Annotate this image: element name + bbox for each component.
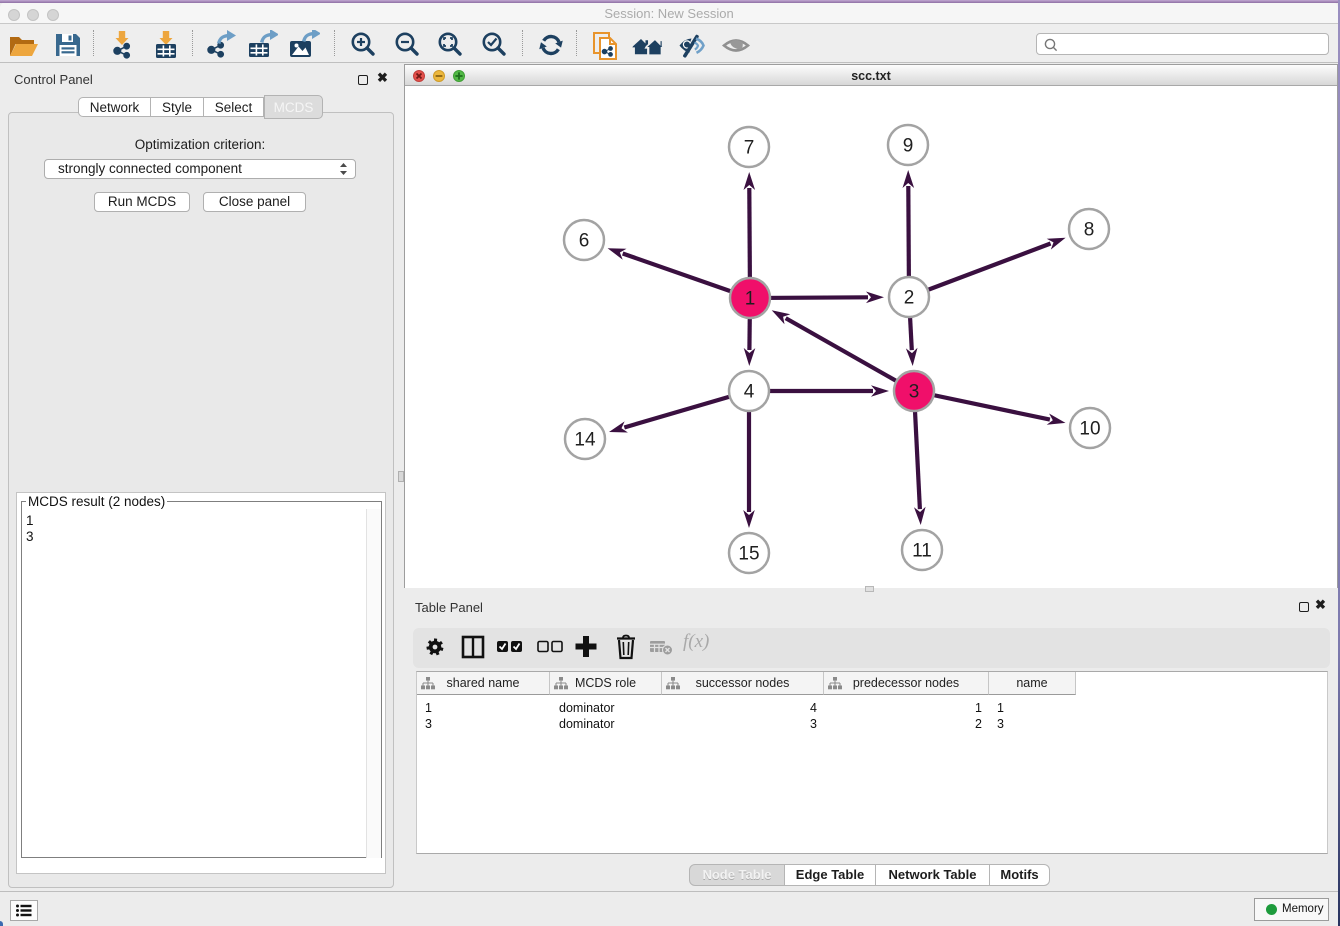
svg-text:14: 14 bbox=[574, 430, 596, 451]
svg-text:6: 6 bbox=[579, 231, 590, 252]
svg-text:7: 7 bbox=[744, 138, 755, 159]
svg-text:10: 10 bbox=[1079, 419, 1100, 440]
svg-text:3: 3 bbox=[909, 382, 920, 403]
svg-text:1: 1 bbox=[745, 289, 756, 310]
svg-text:11: 11 bbox=[912, 541, 932, 562]
svg-text:8: 8 bbox=[1084, 220, 1095, 241]
svg-text:9: 9 bbox=[903, 136, 914, 157]
svg-text:4: 4 bbox=[744, 382, 755, 403]
svg-text:15: 15 bbox=[738, 544, 759, 565]
svg-text:2: 2 bbox=[904, 288, 915, 309]
